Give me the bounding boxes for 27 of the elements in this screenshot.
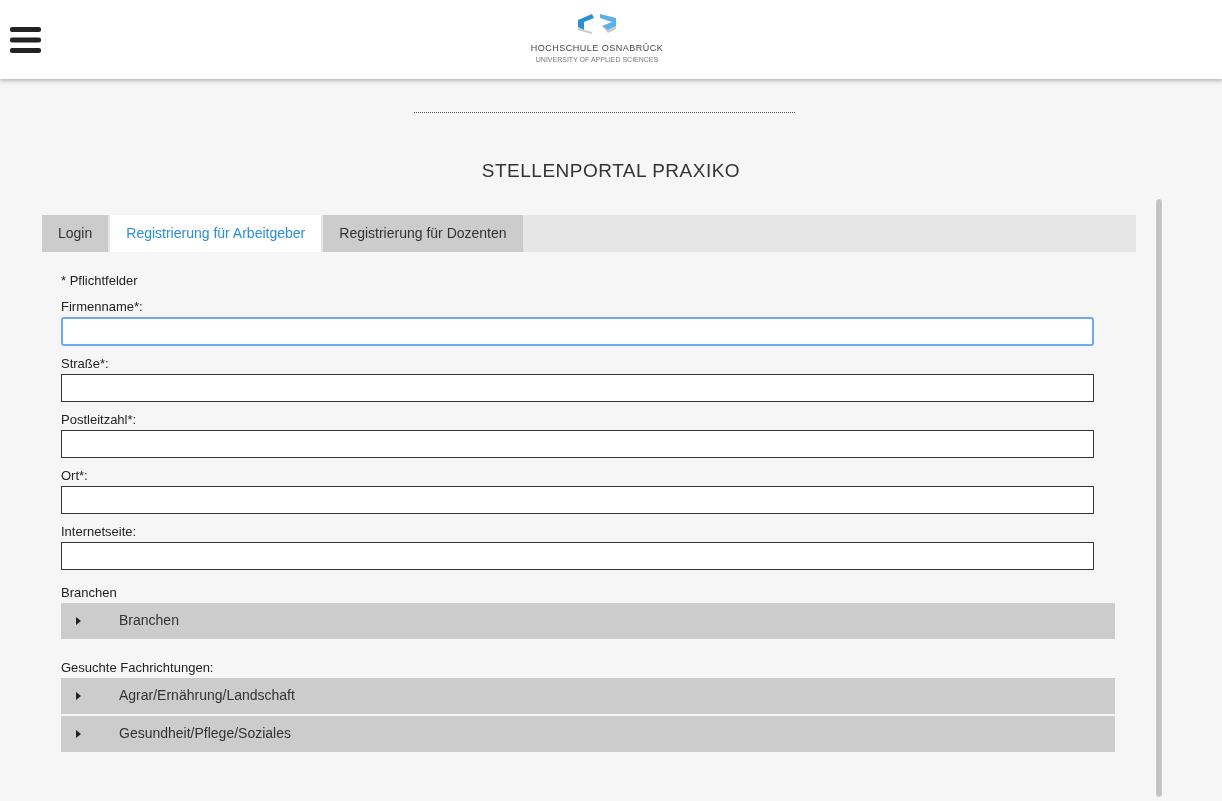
- input-field[interactable]: [61, 316, 1094, 346]
- tab[interactable]: Registrierung für Arbeitgeber: [110, 214, 322, 252]
- field-label: Postleitzahl*:: [61, 411, 138, 428]
- tab[interactable]: Login: [42, 214, 109, 252]
- accordion-row[interactable]: Gesundheit/Pflege/Soziales: [61, 715, 1115, 752]
- caret-icon: [76, 616, 81, 625]
- field-label: Straße*:: [61, 355, 110, 372]
- field-label: Internetseite:: [61, 523, 138, 540]
- input-field[interactable]: [61, 485, 1094, 514]
- logo-name: HOCHSCHULE OSNABRÜCK: [530, 42, 664, 55]
- caret-icon: [76, 729, 81, 738]
- input-field[interactable]: [61, 373, 1094, 402]
- logo-icon: [578, 12, 616, 34]
- menu-icon[interactable]: [10, 26, 41, 53]
- field-label: Firmenname*:: [61, 298, 144, 315]
- section-heading: Gesuchte Fachrichtungen:: [61, 659, 215, 676]
- input-field[interactable]: [61, 541, 1094, 570]
- input-field[interactable]: [61, 429, 1094, 458]
- required-note: * Pflichtfelder: [61, 272, 139, 289]
- scrollbar[interactable]: [1155, 197, 1163, 798]
- section-heading: Branchen: [61, 584, 118, 601]
- caret-icon: [76, 691, 81, 700]
- field-label: Ort*:: [61, 467, 89, 484]
- page-title: STELLENPORTAL PRAXIKO: [480, 159, 742, 183]
- accordion-row[interactable]: Branchen: [61, 602, 1115, 639]
- tab[interactable]: Registrierung für Dozenten: [323, 214, 523, 252]
- accordion-row[interactable]: Agrar/Ernährung/Landschaft: [61, 677, 1115, 714]
